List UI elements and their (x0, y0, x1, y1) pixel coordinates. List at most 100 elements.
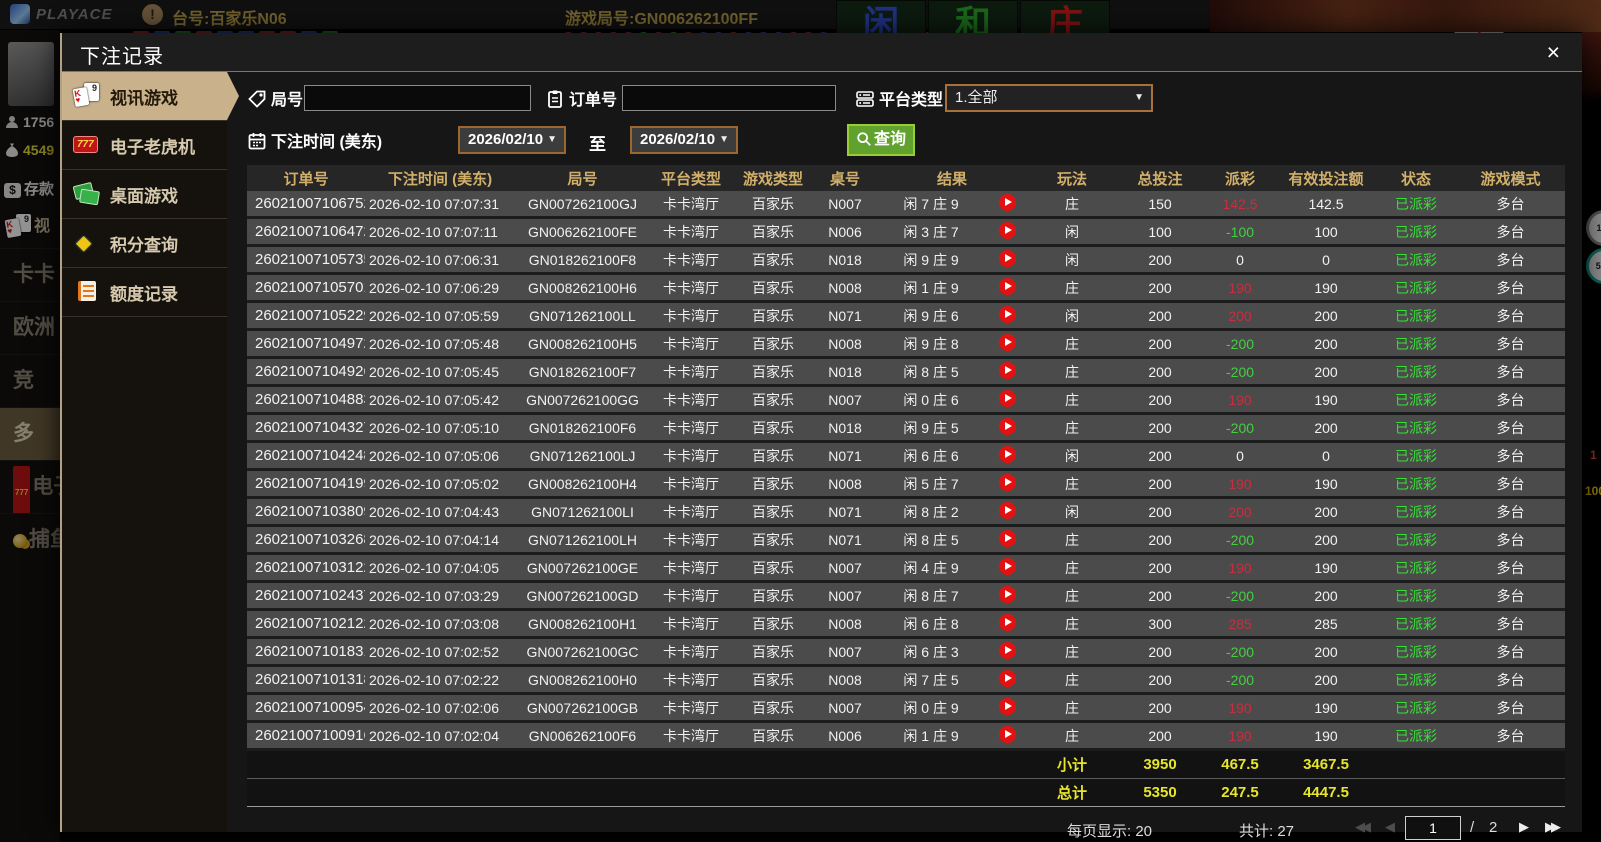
record-cell: 190 (1204, 553, 1277, 583)
record-cell: 已派彩 (1376, 525, 1457, 555)
record-cell: 已派彩 (1376, 301, 1457, 331)
date-to-select[interactable]: 2026/02/10 ▼ (630, 126, 738, 154)
record-cell: 200 (1116, 469, 1205, 499)
replay-play-icon[interactable] (998, 557, 1016, 575)
replay-play-icon[interactable] (998, 501, 1016, 519)
tab-桌面游戏[interactable]: 桌面游戏 (62, 170, 227, 219)
record-cell: N008 (814, 609, 876, 639)
grand-total-row: 总计 5350 247.5 4447.5 (247, 778, 1566, 807)
record-cell: 闲 9 庄 5 (876, 413, 986, 443)
record-cell: 庄 (1028, 413, 1117, 443)
record-cell: 2026-02-10 07:02:06 (365, 693, 515, 723)
record-cell: 闲 6 庄 8 (876, 609, 986, 639)
tab-电子老虎机[interactable]: 777 电子老虎机 (62, 121, 227, 170)
record-cell: 闲 (1028, 301, 1117, 331)
column-header: 游戏模式 (1456, 165, 1566, 191)
record-row: 2602100710095412026-02-10 07:02:06GN0072… (247, 693, 1566, 723)
record-cell: 卡卡湾厅 (650, 469, 732, 499)
record-cell: 2026-02-10 07:05:48 (365, 329, 515, 359)
replay-play-icon[interactable] (998, 529, 1016, 547)
record-row: 2602100710243762026-02-10 07:03:29GN0072… (247, 581, 1566, 611)
record-cell: N006 (814, 721, 876, 751)
tab-额度记录[interactable]: 额度记录 (62, 268, 227, 317)
replay-play-icon[interactable] (998, 669, 1016, 687)
record-cell: 200 (1116, 721, 1205, 751)
replay-play-icon[interactable] (998, 333, 1016, 351)
next-page-icon[interactable] (1519, 819, 1529, 835)
replay-cell (986, 441, 1029, 471)
record-cell: 闲 5 庄 7 (876, 469, 986, 499)
record-cell: 0 (1204, 245, 1277, 275)
replay-play-icon[interactable] (998, 277, 1016, 295)
record-cell: 260210071064724 (247, 217, 365, 247)
record-cell: 卡卡湾厅 (650, 357, 732, 387)
replay-play-icon[interactable] (998, 725, 1016, 743)
record-cell: N007 (814, 693, 876, 723)
replay-play-icon[interactable] (998, 445, 1016, 463)
platform-select[interactable]: 1.全部 ▼ (945, 84, 1153, 112)
record-cell: 0 (1276, 245, 1377, 275)
record-cell: N007 (814, 385, 876, 415)
replay-play-icon[interactable] (998, 585, 1016, 603)
record-cell: N071 (814, 301, 876, 331)
record-cell: 庄 (1028, 525, 1117, 555)
replay-play-icon[interactable] (998, 305, 1016, 323)
record-cell: 190 (1276, 721, 1377, 751)
record-cell: 已派彩 (1376, 693, 1457, 723)
replay-play-icon[interactable] (998, 641, 1016, 659)
summary-total-bet: 5350 (1116, 778, 1205, 807)
query-button[interactable]: 查询 (847, 124, 915, 156)
replay-play-icon[interactable] (998, 221, 1016, 239)
replay-play-icon[interactable] (998, 697, 1016, 715)
record-cell: N008 (814, 273, 876, 303)
record-cell: -200 (1204, 525, 1277, 555)
replay-play-icon[interactable] (998, 417, 1016, 435)
round-input[interactable] (304, 85, 531, 111)
record-cell: 200 (1276, 581, 1377, 611)
last-page-icon[interactable] (1545, 819, 1557, 835)
replay-play-icon[interactable] (998, 193, 1016, 211)
record-cell: 260210071043277 (247, 413, 365, 443)
record-cell: 闲 (1028, 245, 1117, 275)
record-cell: GN018262100F6 (515, 413, 650, 443)
record-cell: 百家乐 (732, 553, 814, 583)
record-cell: N007 (814, 191, 876, 219)
first-page-icon[interactable] (1355, 819, 1367, 835)
close-icon[interactable]: × (1547, 39, 1560, 65)
tab-label: 额度记录 (110, 284, 178, 304)
order-input[interactable] (622, 85, 836, 111)
date-from-select[interactable]: 2026/02/10 ▼ (458, 126, 566, 154)
record-row: 2602100710573512026-02-10 07:06:31GN0182… (247, 245, 1566, 275)
record-cell: 200 (1116, 441, 1205, 471)
record-cell: 2026-02-10 07:05:59 (365, 301, 515, 331)
prev-page-icon[interactable] (1385, 819, 1395, 835)
record-cell: 260210071048836 (247, 385, 365, 415)
replay-play-icon[interactable] (998, 389, 1016, 407)
record-cell: 闲 3 庄 7 (876, 217, 986, 247)
record-cell: 已派彩 (1376, 385, 1457, 415)
record-cell: 百家乐 (732, 637, 814, 667)
tab-积分查询[interactable]: ◆ 积分查询 (62, 219, 227, 268)
record-cell: GN008262100H1 (515, 609, 650, 639)
record-cell: 多台 (1456, 721, 1566, 751)
record-cell: 闲 9 庄 8 (876, 329, 986, 359)
record-cell: 卡卡湾厅 (650, 497, 732, 527)
record-cell: 庄 (1028, 273, 1117, 303)
replay-play-icon[interactable] (998, 473, 1016, 491)
record-row: 2602100710312252026-02-10 07:04:05GN0072… (247, 553, 1566, 583)
record-cell: 已派彩 (1376, 609, 1457, 639)
record-cell: 百家乐 (732, 581, 814, 611)
page-input[interactable] (1405, 816, 1461, 840)
record-cell: 2026-02-10 07:05:10 (365, 413, 515, 443)
replay-play-icon[interactable] (998, 361, 1016, 379)
record-cell: 多台 (1456, 497, 1566, 527)
tab-label: 视讯游戏 (110, 88, 178, 108)
record-cell: 百家乐 (732, 497, 814, 527)
tab-视讯游戏[interactable]: 9 K ♥ 视讯游戏 (62, 72, 239, 121)
record-cell: 多台 (1456, 329, 1566, 359)
record-row: 2602100710326872026-02-10 07:04:14GN0712… (247, 525, 1566, 555)
record-cell: 260210071024376 (247, 581, 365, 611)
replay-play-icon[interactable] (998, 249, 1016, 267)
record-cell: 200 (1116, 693, 1205, 723)
replay-play-icon[interactable] (998, 613, 1016, 631)
